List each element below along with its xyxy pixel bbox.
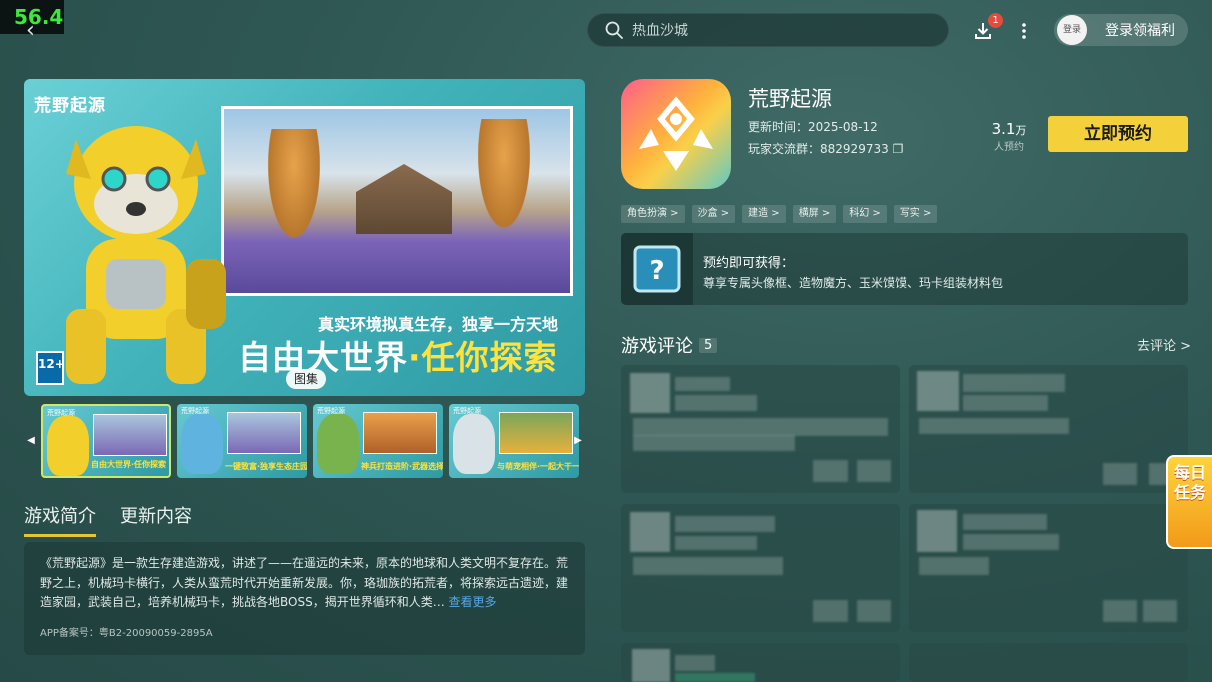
copy-icon[interactable]: ❐ (893, 142, 904, 156)
write-review-link[interactable]: 去评论 > (1137, 335, 1191, 354)
update-time: 更新时间：2025-08-12 (748, 120, 878, 134)
icp-record: APP备案号：粤B2-20090059-2895A (40, 627, 213, 639)
gallery-button[interactable]: 图集 (286, 369, 327, 389)
review-card[interactable] (621, 365, 900, 493)
review-card[interactable] (621, 643, 900, 682)
reserve-count: 3.1万 人预约 (991, 120, 1027, 153)
reserve-bonus-panel: ? 预约即可获得： 尊享专属头像框、造物魔方、玉米馍馍、玛卡组装材料包 (621, 233, 1188, 305)
search-placeholder: 热血沙城 (632, 23, 688, 39)
hero-screenshot (221, 106, 573, 296)
tag-landscape[interactable]: 横屏 > (792, 205, 837, 223)
top-bar: 热血沙城 1 登录 登录领福利 (0, 0, 1212, 60)
tag-list: 角色扮演 > 沙盒 > 建造 > 横屏 > 科幻 > 写实 > (621, 205, 938, 223)
thumbnail-3[interactable]: 荒野起源 神兵打造进阶·武器选择 (313, 404, 443, 478)
svg-text:?: ? (649, 256, 664, 286)
login-button[interactable]: 登录 登录领福利 (1054, 14, 1188, 46)
bonus-title: 预约即可获得： (703, 256, 795, 271)
back-chevron-icon[interactable]: ‹ (26, 18, 35, 43)
see-more-link[interactable]: 查看更多 (449, 595, 497, 609)
reserve-button[interactable]: 立即预约 (1048, 116, 1188, 152)
review-card[interactable] (909, 643, 1188, 682)
detail-tabs: 游戏简介 更新内容 (24, 502, 192, 537)
avatar: 登录 (1057, 15, 1087, 45)
review-card[interactable] (909, 504, 1188, 632)
thumbnail-4[interactable]: 荒野起源 与萌宠相伴·一起大干一 (449, 404, 579, 478)
tag-roleplay[interactable]: 角色扮演 > (621, 205, 685, 223)
thumb-next-arrow-icon[interactable]: ▶ (571, 404, 585, 478)
age-rating-badge: 12+ (36, 351, 65, 385)
bonus-desc: 尊享专属头像框、造物魔方、玉米馍馍、玛卡组装材料包 (703, 276, 1004, 290)
search-bar[interactable]: 热血沙城 (587, 13, 949, 47)
intro-text: 《荒野起源》是一款生存建造游戏，讲述了——在遥远的未来，原本的地球和人类文明不复… (40, 556, 569, 609)
more-vertical-icon[interactable] (1016, 20, 1032, 42)
review-card[interactable] (909, 365, 1188, 493)
search-icon (605, 21, 623, 39)
mystery-box-icon: ? (621, 233, 693, 305)
tag-realistic[interactable]: 写实 > (893, 205, 938, 223)
app-icon (621, 79, 731, 189)
review-card[interactable] (621, 504, 900, 632)
app-title: 荒野起源 (748, 87, 832, 111)
thumbnail-2[interactable]: 荒野起源 一键致富·独享生态庄园 (177, 404, 307, 478)
hero-banner[interactable]: 荒野起源 真实环境拟真生存，独享一方天地 自由大世界·任你探索 12+ 图集 (24, 79, 585, 396)
tab-intro[interactable]: 游戏简介 (24, 502, 96, 537)
player-group: 玩家交流群：882929733 ❐ (748, 142, 904, 156)
tag-scifi[interactable]: 科幻 > (843, 205, 887, 223)
reviews-heading: 游戏评论 5 (621, 332, 718, 358)
tag-sandbox[interactable]: 沙盒 > (691, 205, 736, 223)
download-badge: 1 (988, 13, 1003, 28)
intro-panel: 《荒野起源》是一款生存建造游戏，讲述了——在遥远的未来，原本的地球和人类文明不复… (24, 542, 585, 655)
thumbnail-strip: ◀ 荒野起源 自由大世界·任你探索 荒野起源 一键致富·独享生态庄园 荒野起源 神兵打… (24, 404, 585, 478)
daily-task-button[interactable]: 每日任务 (1166, 455, 1212, 549)
tab-updates[interactable]: 更新内容 (120, 502, 192, 537)
reviews-count: 5 (699, 337, 718, 353)
thumb-prev-arrow-icon[interactable]: ◀ (24, 404, 38, 478)
tag-building[interactable]: 建造 > (742, 205, 786, 223)
mascot-robot-dog-image (66, 126, 226, 384)
hero-slogan-main: 自由大世界·任你探索 (238, 338, 558, 377)
login-label: 登录领福利 (1105, 23, 1175, 39)
thumbnail-1[interactable]: 荒野起源 自由大世界·任你探索 (41, 404, 171, 478)
